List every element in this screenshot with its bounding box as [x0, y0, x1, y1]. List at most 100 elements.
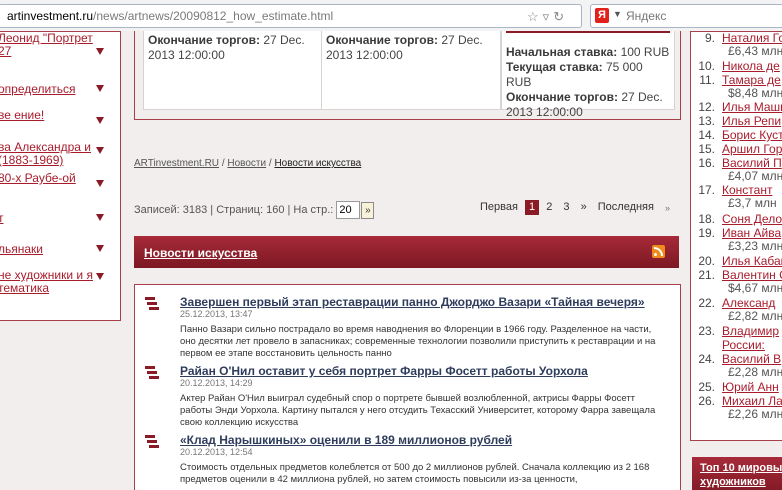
ranking-number: 12.	[698, 100, 715, 114]
ranking-name[interactable]: Соня Дело	[722, 213, 782, 226]
left-menu-item[interactable]: льянаки	[0, 243, 116, 256]
auction-card[interactable]: Окончание торгов: 27 Dec. 2013 12:00:00	[143, 31, 323, 110]
triangle-down-icon[interactable]	[96, 273, 104, 280]
news-list: Завершен первый этап реставрации панно Д…	[134, 284, 681, 490]
breadcrumb-current[interactable]: Новости искусства	[274, 158, 361, 169]
left-menu-item[interactable]: не художники и я тематика	[0, 269, 116, 295]
triangle-down-icon[interactable]	[96, 117, 104, 124]
top10-box: Топ 10 мировы художников	[692, 457, 782, 490]
ranking-number: 24.	[698, 352, 715, 366]
left-menu-link[interactable]: ве ение!	[0, 109, 98, 122]
url-path: /news/artnews/20090812_how_estimate.html	[93, 9, 334, 23]
search-engine-dropdown-icon[interactable]: ▼	[613, 9, 622, 19]
left-menu-item[interactable]: т	[0, 212, 116, 225]
breadcrumb-news[interactable]: Новости	[227, 158, 266, 169]
ranking-name[interactable]: Илья Репи	[722, 115, 781, 128]
left-menu-item[interactable]: ва Александра и (1883-1969)	[0, 141, 116, 167]
ranking-number: 13.	[698, 114, 715, 128]
url-host: artinvestment.ru	[7, 9, 94, 23]
yandex-logo-icon[interactable]: Я	[595, 8, 609, 23]
news-title[interactable]: Райан О'Нил оставит у себя портрет Фарры…	[180, 364, 588, 378]
ranking-number: 9.	[704, 31, 715, 45]
rss-icon[interactable]	[652, 245, 665, 258]
left-menu-link[interactable]: т	[0, 212, 98, 225]
top10-title-line1: Топ 10 мировы	[700, 462, 782, 474]
chevron-down-icon[interactable]: ▿	[543, 9, 554, 24]
pagination-page[interactable]: 3	[559, 200, 573, 215]
ranking-name[interactable]: Илья Машк	[722, 101, 782, 114]
star-icon[interactable]: ☆	[527, 9, 543, 24]
left-menu-item[interactable]: Леонид "Портрет 27	[0, 32, 116, 58]
left-menu-link[interactable]: Леонид "Портрет 27	[0, 32, 98, 58]
left-menu-link[interactable]: льянаки	[0, 243, 98, 256]
search-box[interactable]: Я ▼ Яндекс	[590, 4, 782, 28]
ranking-number: 21.	[698, 268, 715, 282]
ranking-name[interactable]: Борис Куст	[722, 129, 782, 142]
triangle-down-icon[interactable]	[96, 180, 104, 187]
per-page-input[interactable]: 20	[336, 201, 361, 219]
auction-card[interactable]: Окончание торгов: 27 Dec. 2013 12:00:00	[321, 31, 501, 110]
ranking-number: 26.	[698, 394, 715, 408]
triangle-down-icon[interactable]	[96, 245, 104, 252]
ranking-number: 14.	[698, 128, 715, 142]
per-page-go-button[interactable]: »	[361, 201, 375, 219]
pagination-last[interactable]: Последняя	[594, 200, 658, 215]
pagination-page[interactable]: 2	[542, 200, 556, 215]
auction-end-label: Окончание торгов:	[148, 33, 260, 47]
ranking-sum: £2,28 млн	[728, 365, 782, 379]
pager-info: Записей: 3183 | Страниц: 160 | На стр.: …	[134, 201, 375, 219]
address-bar[interactable]: artinvestment.ru/news/artnews/20090812_h…	[0, 4, 582, 28]
pages-count: 160	[266, 203, 285, 216]
left-menu-item[interactable]: определиться	[0, 83, 116, 96]
ranking-sum: $8,48 млн	[728, 86, 782, 100]
news-date: 25.12.2013, 13:47	[180, 309, 253, 319]
ranking-sum: £3,7 млн	[728, 196, 777, 210]
ranking-sum: £6,43 млн	[728, 44, 782, 58]
left-menu-link[interactable]: 80-х Раубе-ой	[0, 172, 98, 185]
auction-end: Окончание торгов: 27 Dec. 2013 12:00:00	[148, 31, 318, 63]
search-input[interactable]: Яндекс	[626, 9, 666, 23]
ranking-name[interactable]: России:	[722, 339, 765, 352]
triangle-down-icon[interactable]	[96, 214, 104, 221]
ranking-sum: $4,67 млн	[728, 281, 782, 295]
ranking-name[interactable]: Владимир	[722, 325, 779, 338]
news-section-header: Новости искусства	[134, 236, 679, 268]
news-text: Актер Райан О'Нил выиграл судебный спор …	[180, 393, 656, 428]
pagination-last-arrow[interactable]: »	[665, 203, 670, 213]
auction-current-label: Текущая ставка:	[506, 60, 603, 74]
ranking-name[interactable]: Юрий Анн	[722, 381, 779, 394]
left-menu-link[interactable]: ва Александра и (1883-1969)	[0, 141, 98, 167]
ranking-name[interactable]: Никола де	[722, 60, 780, 73]
news-text: Панно Вазари сильно пострадало во время …	[180, 324, 656, 359]
news-bullet-icon	[145, 366, 159, 380]
left-menu-item[interactable]: ве ение!	[0, 109, 116, 124]
ranking-name[interactable]: Аршил Гор	[722, 143, 782, 156]
news-section-title[interactable]: Новости искусства	[144, 246, 257, 260]
page-content: Леонид "Портрет 27 определиться ве ение!…	[0, 31, 782, 490]
news-title[interactable]: Завершен первый этап реставрации панно Д…	[180, 295, 645, 309]
left-menu-link[interactable]: определиться	[0, 83, 98, 96]
auction-end: Окончание торгов: 27 Dec. 2013 12:00:00	[506, 90, 670, 120]
records-count: 3183	[182, 203, 208, 216]
news-date: 20.12.2013, 14:29	[180, 378, 253, 388]
top10-link[interactable]: Топ 10 мировы художников	[700, 461, 782, 489]
pagination-next[interactable]: »	[577, 200, 591, 215]
pagination-first[interactable]: Первая	[476, 200, 522, 215]
auction-card[interactable]: Начальная ставка: 100 RUB Текущая ставка…	[501, 31, 675, 119]
triangle-down-icon[interactable]	[96, 147, 104, 154]
records-label: Записей:	[134, 203, 180, 216]
browser-toolbar: artinvestment.ru/news/artnews/20090812_h…	[0, 0, 782, 32]
news-title[interactable]: «Клад Нарышкиных» оценили в 189 миллионо…	[180, 433, 512, 447]
triangle-down-icon[interactable]	[96, 48, 104, 55]
ranking-name[interactable]: Илья Кабак	[722, 255, 782, 268]
left-menu-link[interactable]: не художники и я тематика	[0, 269, 98, 295]
ranking-sum: £3,23 млн	[728, 239, 782, 253]
breadcrumb-home[interactable]: ARTinvestment.RU	[134, 158, 219, 169]
left-menu-item[interactable]: 80-х Раубе-ой	[0, 172, 116, 187]
pagination-page-current[interactable]: 1	[525, 200, 540, 215]
address-bar-icons: ☆▿↻	[527, 9, 568, 25]
triangle-down-icon[interactable]	[96, 85, 104, 92]
ranking-number: 11.	[699, 73, 715, 87]
reload-icon[interactable]: ↻	[553, 9, 568, 24]
news-bullet-icon	[145, 297, 159, 311]
